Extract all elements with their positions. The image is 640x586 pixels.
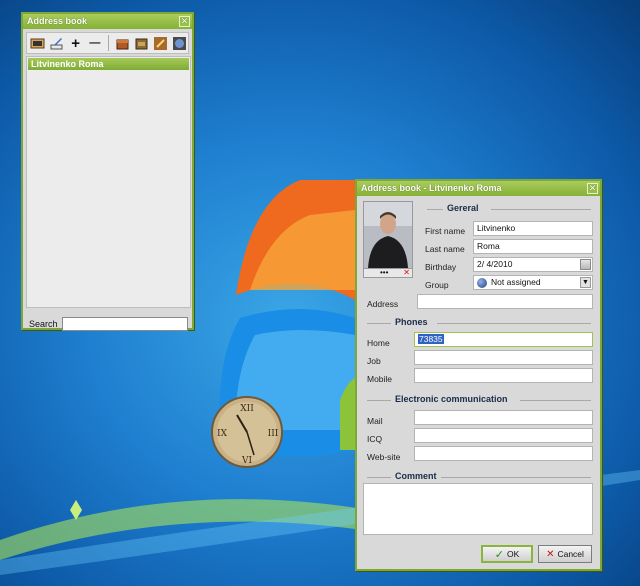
cancel-icon: ✕ bbox=[546, 548, 555, 560]
close-icon: ✕ bbox=[588, 183, 597, 193]
divider bbox=[441, 477, 591, 478]
address-label: Address bbox=[367, 299, 399, 309]
open-book-icon bbox=[30, 38, 45, 48]
address-field[interactable] bbox=[417, 294, 593, 309]
divider bbox=[367, 400, 391, 401]
divider bbox=[437, 323, 591, 324]
address-book-titlebar[interactable]: Address book ✕ bbox=[23, 14, 192, 29]
svg-text:XII: XII bbox=[240, 404, 254, 414]
contact-edit-window: Address book - Litvinenko Roma ✕ ••• ✕ G… bbox=[355, 179, 602, 571]
clock-gadget[interactable]: XII III VI IX bbox=[210, 395, 284, 469]
mail-label: Mail bbox=[367, 416, 383, 426]
birthday-field[interactable]: 2/ 4/2010 bbox=[473, 257, 593, 272]
globe-icon bbox=[477, 277, 487, 288]
divider bbox=[491, 209, 591, 210]
search-label: Search bbox=[29, 319, 58, 329]
svg-text:VI: VI bbox=[241, 456, 252, 466]
website-label: Web-site bbox=[367, 452, 401, 462]
ok-button[interactable]: ✓ OK bbox=[481, 545, 533, 563]
check-icon: ✓ bbox=[494, 548, 504, 561]
chest-icon bbox=[116, 39, 129, 49]
clock-icon: XII III VI IX bbox=[211, 396, 283, 468]
address-book-window: Address book ✕ + — Litvinenko Roma Searc… bbox=[21, 12, 194, 331]
job-phone-label: Job bbox=[367, 356, 381, 366]
job-phone-field[interactable] bbox=[414, 350, 593, 365]
remove-icon: — bbox=[89, 37, 101, 49]
section-phones-heading: Phones bbox=[395, 317, 428, 327]
first-name-label: First name bbox=[425, 226, 466, 236]
section-comment-heading: Comment bbox=[395, 471, 437, 481]
divider bbox=[367, 323, 391, 324]
svg-text:IX: IX bbox=[217, 429, 228, 439]
window-title: Address book - Litvinenko Roma bbox=[361, 183, 502, 193]
search-input[interactable] bbox=[61, 317, 188, 331]
home-phone-field[interactable]: 73835 bbox=[414, 332, 593, 347]
birthday-value: 2/ 4/2010 bbox=[477, 259, 513, 269]
icq-field[interactable] bbox=[414, 428, 593, 443]
svg-text:III: III bbox=[268, 429, 279, 439]
open-book-button[interactable] bbox=[29, 35, 45, 52]
cancel-label: Cancel bbox=[557, 549, 584, 559]
birthday-label: Birthday bbox=[425, 262, 457, 272]
website-field[interactable] bbox=[414, 446, 593, 461]
tools-icon bbox=[154, 36, 168, 50]
date-picker-button[interactable] bbox=[580, 259, 591, 270]
remove-button[interactable]: — bbox=[87, 35, 103, 52]
globe-settings-button[interactable] bbox=[172, 35, 188, 52]
close-button[interactable]: ✕ bbox=[179, 16, 190, 27]
cancel-button[interactable]: ✕ Cancel bbox=[538, 545, 592, 563]
comment-textarea[interactable] bbox=[363, 483, 593, 535]
last-name-field[interactable]: Roma bbox=[473, 239, 593, 254]
add-button[interactable]: + bbox=[68, 35, 84, 52]
chest-2-button[interactable] bbox=[133, 35, 149, 52]
globe-settings-icon bbox=[173, 36, 187, 50]
divider bbox=[520, 400, 591, 401]
ok-label: OK bbox=[506, 549, 520, 559]
divider bbox=[427, 209, 443, 210]
list-item[interactable]: Litvinenko Roma bbox=[28, 58, 189, 70]
first-name-field[interactable]: Litvinenko bbox=[473, 221, 593, 236]
home-phone-value: 73835 bbox=[418, 334, 444, 344]
home-phone-label: Home bbox=[367, 338, 390, 348]
photo-toolbar: ••• ✕ bbox=[363, 269, 413, 278]
search-row: Search bbox=[26, 314, 191, 334]
toolbar: + — bbox=[26, 32, 189, 54]
group-select[interactable]: Not assigned ▼ bbox=[473, 275, 593, 290]
mail-field[interactable] bbox=[414, 410, 593, 425]
divider bbox=[367, 477, 391, 478]
chest-2-icon bbox=[135, 38, 148, 49]
close-icon: ✕ bbox=[180, 16, 189, 26]
contact-photo[interactable] bbox=[363, 201, 413, 269]
close-button[interactable]: ✕ bbox=[587, 183, 598, 194]
section-general-heading: Gereral bbox=[447, 203, 479, 213]
add-icon: + bbox=[71, 34, 80, 52]
mobile-phone-label: Mobile bbox=[367, 374, 393, 384]
edit-icon bbox=[50, 37, 63, 49]
mobile-phone-field[interactable] bbox=[414, 368, 593, 383]
edit-button[interactable] bbox=[48, 35, 64, 52]
toolbar-separator bbox=[108, 35, 109, 51]
group-value: Not assigned bbox=[491, 277, 541, 287]
icq-label: ICQ bbox=[367, 434, 383, 444]
last-name-label: Last name bbox=[425, 244, 465, 254]
chest-button[interactable] bbox=[114, 35, 130, 52]
photo-remove-icon[interactable]: ✕ bbox=[403, 269, 410, 277]
window-title: Address book bbox=[27, 16, 88, 26]
contact-edit-titlebar[interactable]: Address book - Litvinenko Roma ✕ bbox=[357, 181, 600, 196]
person-photo-icon bbox=[364, 202, 412, 268]
contacts-list[interactable]: Litvinenko Roma bbox=[26, 56, 191, 308]
chevron-down-icon[interactable]: ▼ bbox=[580, 277, 591, 288]
tools-button[interactable] bbox=[152, 35, 168, 52]
section-electronic-heading: Electronic communication bbox=[395, 394, 508, 404]
group-label: Group bbox=[425, 280, 449, 290]
photo-menu-button[interactable]: ••• bbox=[380, 269, 388, 277]
